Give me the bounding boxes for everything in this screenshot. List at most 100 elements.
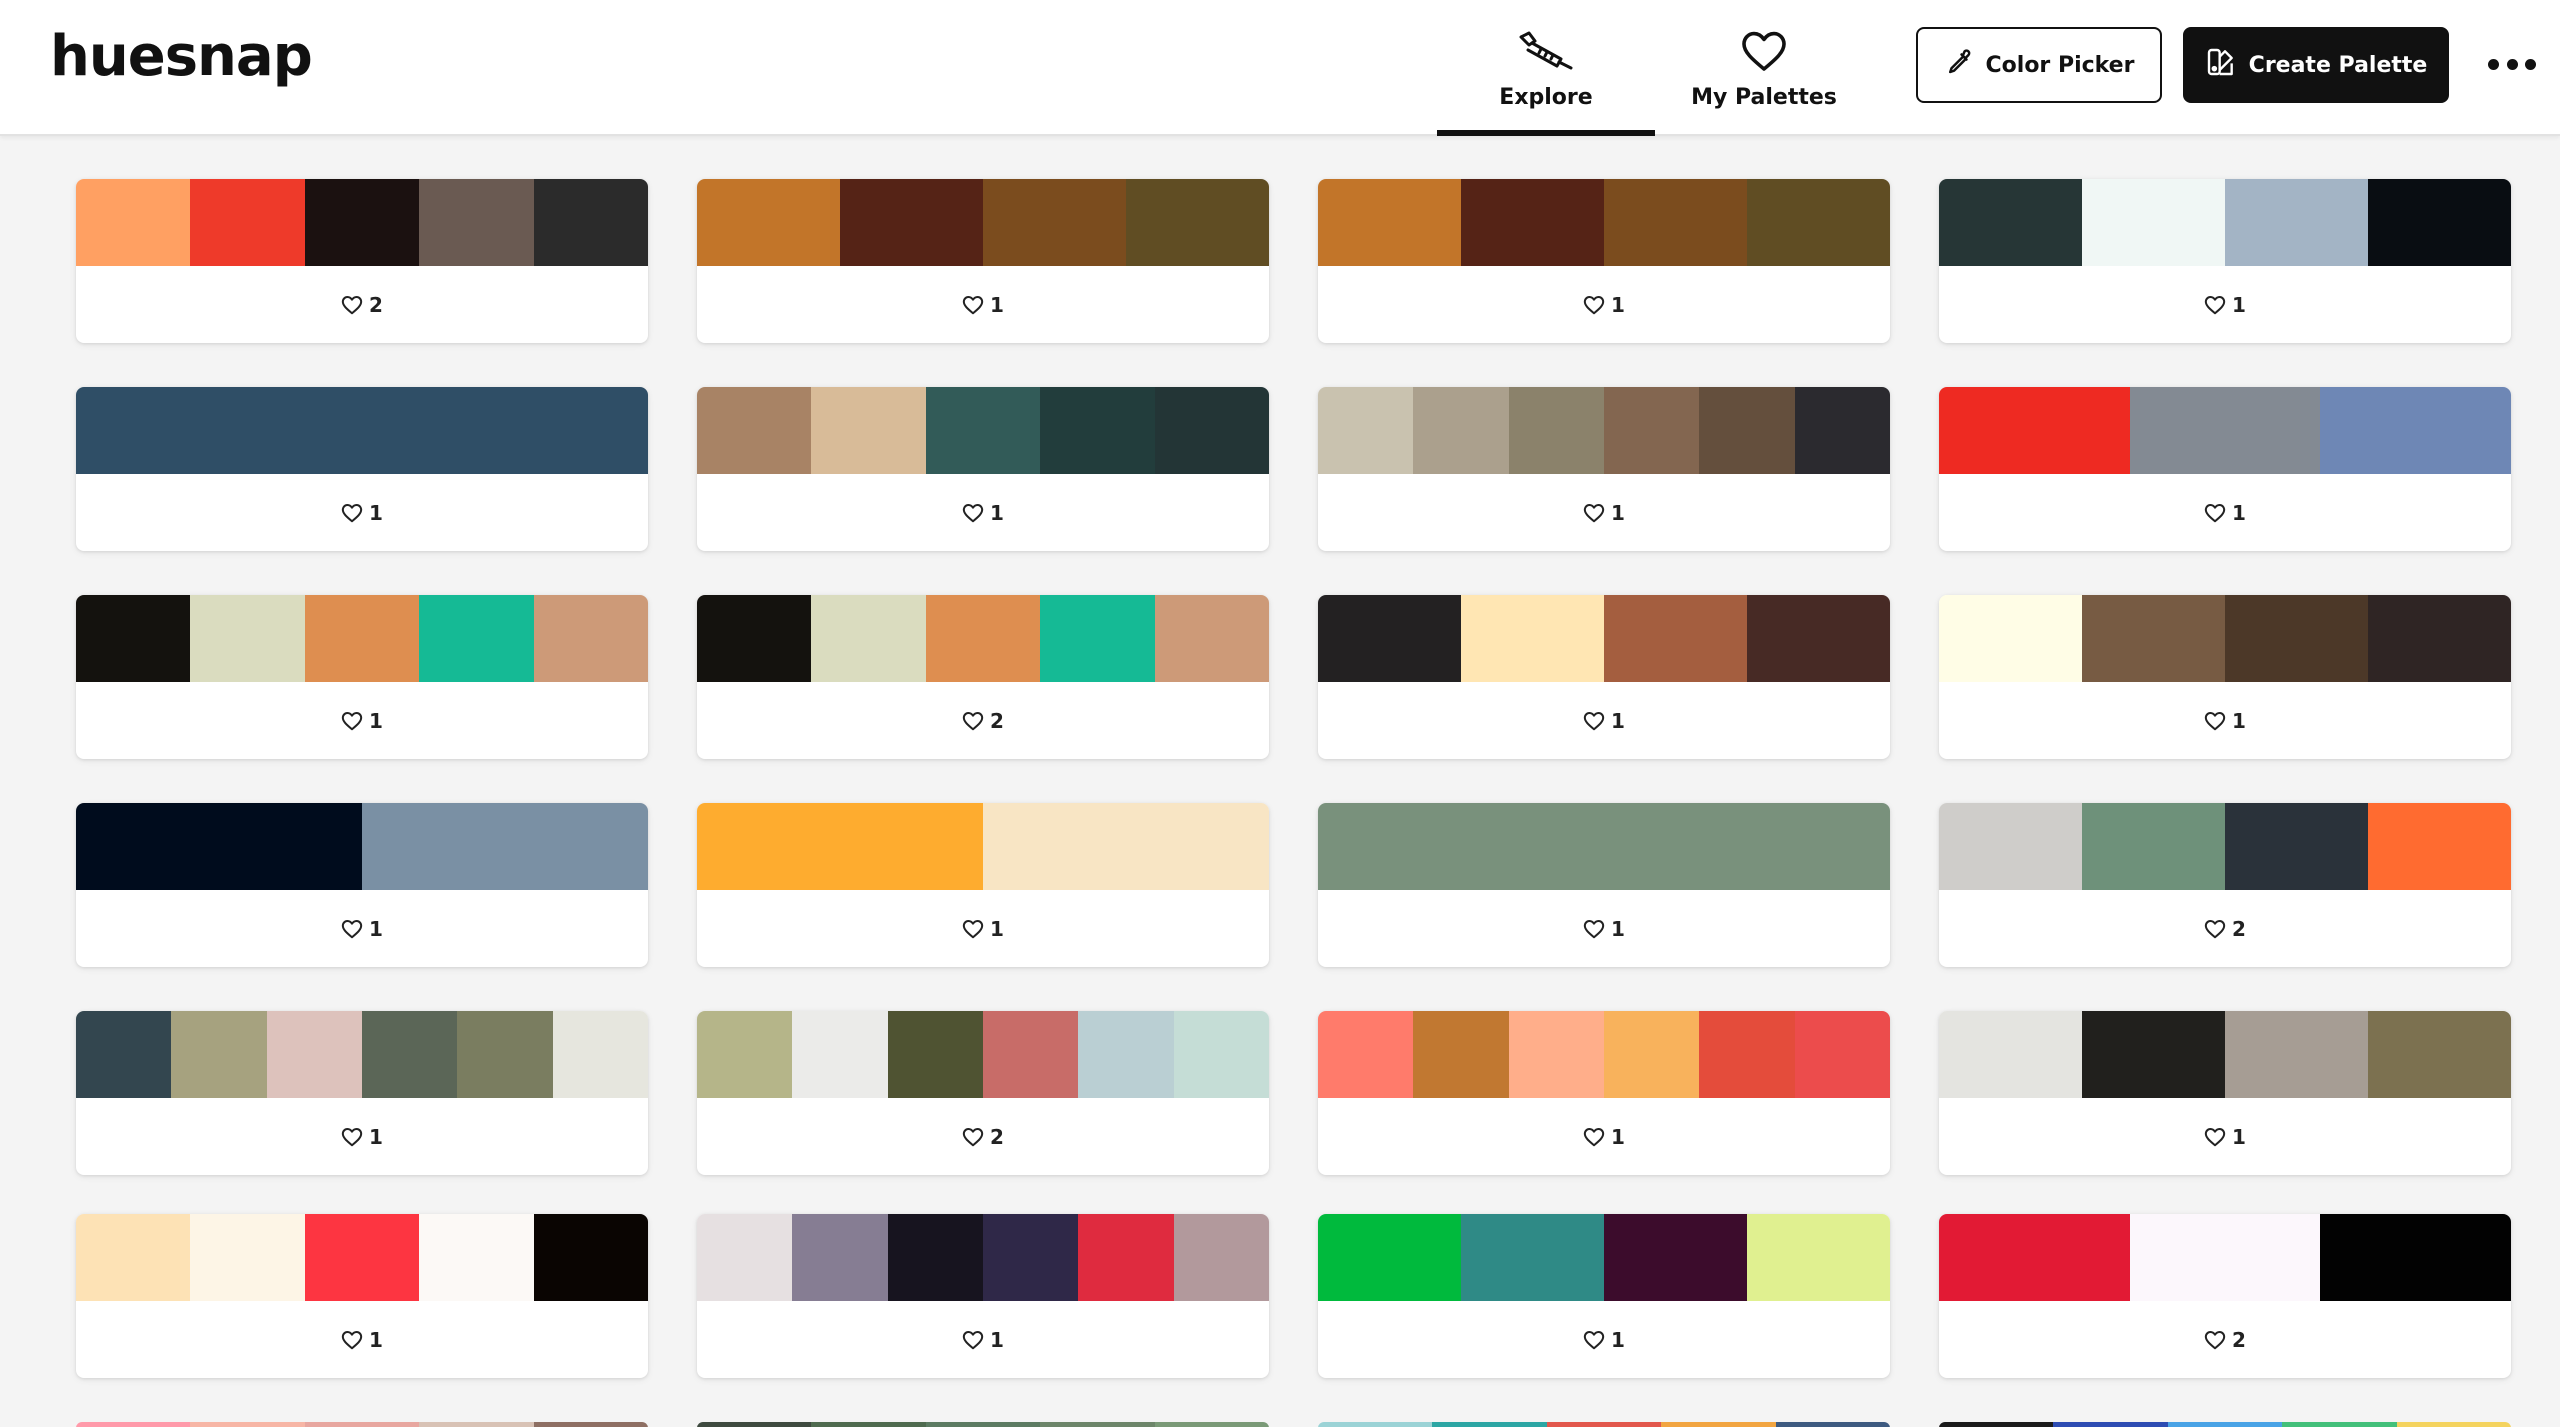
color-swatch[interactable]	[1318, 595, 1461, 682]
palette-swatches[interactable]	[697, 595, 1269, 682]
palette-swatches[interactable]	[76, 1214, 648, 1301]
color-swatch[interactable]	[887, 1011, 983, 1098]
color-swatch[interactable]	[697, 595, 812, 682]
palette-swatches[interactable]	[1318, 387, 1890, 474]
palette-swatches[interactable]	[1318, 803, 1890, 890]
color-swatch[interactable]	[1173, 1011, 1269, 1098]
color-swatch[interactable]	[811, 595, 926, 682]
color-swatch[interactable]	[2167, 1422, 2283, 1427]
color-swatch[interactable]	[1939, 1011, 2082, 1098]
like-button[interactable]: 1	[1939, 682, 2511, 759]
color-swatch[interactable]	[1126, 179, 1269, 266]
color-swatch[interactable]	[190, 595, 305, 682]
color-swatch[interactable]	[1661, 1422, 1776, 1427]
like-button[interactable]: 1	[697, 890, 1269, 967]
like-button[interactable]: 1	[1318, 1301, 1890, 1378]
color-swatch[interactable]	[1078, 1214, 1174, 1301]
color-swatch[interactable]	[2320, 1214, 2511, 1301]
color-swatch[interactable]	[1413, 387, 1509, 474]
color-swatch[interactable]	[2368, 595, 2511, 682]
color-swatch[interactable]	[2368, 179, 2511, 266]
color-swatch[interactable]	[2225, 179, 2368, 266]
palette-card[interactable]: 1	[1318, 803, 1890, 967]
color-swatch[interactable]	[1154, 387, 1269, 474]
color-swatch[interactable]	[76, 803, 362, 890]
like-button[interactable]: 1	[76, 474, 648, 551]
color-swatch[interactable]	[533, 1422, 648, 1427]
like-button[interactable]: 1	[1318, 266, 1890, 343]
palette-swatches[interactable]	[1939, 595, 2511, 682]
create-palette-button[interactable]: Create Palette	[2183, 27, 2449, 103]
color-swatch[interactable]	[982, 1214, 1079, 1301]
color-swatch[interactable]	[419, 595, 534, 682]
color-swatch[interactable]	[1508, 387, 1604, 474]
color-swatch[interactable]	[190, 1214, 305, 1301]
palette-swatches[interactable]	[697, 1214, 1269, 1301]
palette-card[interactable]: 1	[1939, 179, 2511, 343]
palette-card[interactable]: 1	[1318, 1214, 1890, 1378]
color-swatch[interactable]	[76, 1011, 172, 1098]
like-button[interactable]: 1	[697, 474, 1269, 551]
color-swatch[interactable]	[1154, 1422, 1269, 1427]
color-swatch[interactable]	[533, 595, 648, 682]
color-swatch[interactable]	[419, 1214, 534, 1301]
color-swatch[interactable]	[361, 1011, 458, 1098]
color-swatch[interactable]	[2320, 387, 2511, 474]
palette-card-partial[interactable]	[1318, 1422, 1890, 1427]
color-swatch[interactable]	[792, 1011, 888, 1098]
palette-card[interactable]: 1	[697, 803, 1269, 967]
like-button[interactable]: 1	[697, 1301, 1269, 1378]
color-swatch[interactable]	[1461, 179, 1604, 266]
palette-card[interactable]: 1	[697, 387, 1269, 551]
color-swatch[interactable]	[304, 595, 420, 682]
color-swatch[interactable]	[887, 1214, 983, 1301]
palette-card-partial[interactable]	[697, 1422, 1269, 1427]
color-swatch[interactable]	[2368, 803, 2511, 890]
color-swatch[interactable]	[304, 1214, 420, 1301]
color-swatch[interactable]	[1604, 595, 1747, 682]
color-swatch[interactable]	[697, 179, 840, 266]
like-button[interactable]: 1	[76, 1098, 648, 1175]
color-swatch[interactable]	[2396, 1422, 2511, 1427]
palette-card[interactable]: 1	[697, 1214, 1269, 1378]
like-button[interactable]: 2	[697, 1098, 1269, 1175]
like-button[interactable]: 1	[76, 1301, 648, 1378]
like-button[interactable]: 1	[76, 682, 648, 759]
palette-card[interactable]: 2	[1939, 803, 2511, 967]
color-swatch[interactable]	[552, 1011, 648, 1098]
color-swatch[interactable]	[2053, 1422, 2168, 1427]
like-button[interactable]: 1	[76, 890, 648, 967]
color-swatch[interactable]	[1747, 1214, 1890, 1301]
color-swatch[interactable]	[1461, 1214, 1604, 1301]
color-swatch[interactable]	[1154, 595, 1269, 682]
palette-card[interactable]: 2	[1939, 1214, 2511, 1378]
color-swatch[interactable]	[1603, 1011, 1700, 1098]
palette-card[interactable]: 1	[76, 803, 648, 967]
color-swatch[interactable]	[2225, 595, 2368, 682]
color-swatch[interactable]	[1040, 1422, 1155, 1427]
color-swatch[interactable]	[1747, 595, 1890, 682]
like-button[interactable]: 1	[1318, 474, 1890, 551]
color-swatch[interactable]	[792, 1214, 888, 1301]
color-swatch[interactable]	[2368, 1011, 2511, 1098]
palette-swatches[interactable]	[76, 387, 648, 474]
palette-swatches[interactable]	[1318, 179, 1890, 266]
color-swatch[interactable]	[1939, 803, 2082, 890]
color-swatch[interactable]	[419, 1422, 534, 1427]
palette-card[interactable]: 2	[697, 595, 1269, 759]
palette-swatches[interactable]	[76, 1011, 648, 1098]
color-swatch[interactable]	[1040, 387, 1155, 474]
color-swatch[interactable]	[304, 1422, 420, 1427]
color-swatch[interactable]	[76, 179, 191, 266]
color-swatch[interactable]	[1318, 179, 1461, 266]
palette-card[interactable]: 1	[76, 1214, 648, 1378]
palette-card[interactable]: 2	[697, 1011, 1269, 1175]
palette-card[interactable]: 1	[1939, 595, 2511, 759]
color-swatch[interactable]	[1318, 803, 1890, 890]
palette-card[interactable]: 1	[1318, 595, 1890, 759]
color-swatch[interactable]	[362, 803, 648, 890]
like-button[interactable]: 1	[1939, 474, 2511, 551]
palette-card[interactable]: 1	[697, 179, 1269, 343]
color-swatch[interactable]	[419, 179, 534, 266]
palette-card[interactable]: 1	[1318, 387, 1890, 551]
